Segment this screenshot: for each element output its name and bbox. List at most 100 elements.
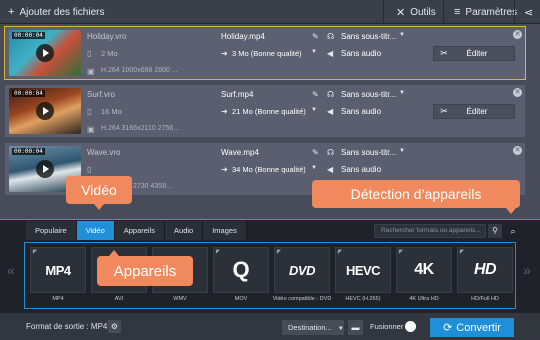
chevron-down-icon[interactable]: ▼: [311, 165, 317, 171]
add-files-label: Ajouter des fichiers: [19, 6, 105, 18]
chevron-right-icon[interactable]: »: [523, 262, 531, 278]
subtitles-dropdown[interactable]: Sans sous-titr...: [341, 90, 396, 99]
menu-icon: ≡: [454, 6, 461, 18]
format-card-mov[interactable]: ◤ Q: [213, 247, 269, 293]
duration-label: 00:00:04: [12, 90, 45, 97]
search-icon[interactable]: ⚲: [488, 224, 502, 238]
video-thumbnail[interactable]: 00:00:04: [9, 88, 81, 134]
callout-device-detection: Détection d’appareils: [312, 180, 520, 214]
4k-logo: 4K: [414, 261, 434, 278]
play-icon[interactable]: [36, 102, 54, 120]
format-search-input[interactable]: Rechercher formats ou appareils...: [374, 224, 486, 238]
corner-icon: ◤: [338, 249, 342, 255]
format-panel: Populaire Vidéo Appareils Audio Images R…: [0, 220, 540, 312]
quicktime-logo: Q: [232, 257, 250, 282]
audio-icon: ◀: [327, 107, 334, 116]
remove-file-icon[interactable]: ✕: [513, 88, 522, 97]
corner-icon: ◤: [216, 249, 220, 255]
edit-label: Éditer: [466, 49, 488, 58]
chevron-down-icon[interactable]: ▼: [399, 148, 405, 154]
source-filename: Wave.vro: [87, 148, 121, 157]
source-meta: 2730 4358...: [133, 183, 172, 190]
chevron-down-icon[interactable]: ▼: [311, 107, 317, 113]
output-size[interactable]: 3 Mo (Bonne qualité): [232, 49, 302, 58]
format-card-label: Vidéo compatible - DVD: [272, 296, 332, 302]
format-card-label: MOV: [234, 296, 248, 302]
format-card-label: HD/Full HD: [471, 296, 499, 302]
destination-dropdown[interactable]: Destination... ▼: [282, 320, 344, 335]
duration-label: 00:00:04: [12, 148, 45, 155]
refresh-icon: ⟳: [443, 322, 453, 334]
subtitles-dropdown[interactable]: Sans sous-titr...: [341, 32, 396, 41]
top-toolbar: + Ajouter des fichiers ✕ Outils ≡ Paramè…: [0, 0, 540, 24]
add-files-button[interactable]: + Ajouter des fichiers: [0, 0, 112, 24]
subtitles-icon: ☊: [327, 32, 335, 41]
convert-button[interactable]: ⟳ Convertir: [430, 318, 514, 337]
play-icon[interactable]: [36, 160, 54, 178]
rename-pen-icon[interactable]: ✎: [312, 90, 319, 99]
file-row[interactable]: 00:00:04 Holiday.vro ▯ 2 Mo ▣ H.264 1000…: [4, 26, 526, 80]
callout-video: Vidéo: [66, 176, 132, 210]
file-icon: ▯: [87, 165, 92, 174]
output-filename: Surf.mp4: [221, 90, 254, 99]
format-card-mp4[interactable]: ◤ MP4: [30, 247, 86, 293]
share-icon: ⋖: [524, 6, 534, 19]
format-card-label: WMV: [173, 296, 187, 302]
tab-audio[interactable]: Audio: [165, 221, 204, 240]
format-tabs: Populaire Vidéo Appareils Audio Images: [26, 221, 247, 240]
arrow-right-icon: ➜: [221, 107, 228, 116]
toolbar-divider: [514, 0, 515, 24]
output-format-label: Format de sortie : MP4: [26, 322, 108, 331]
tab-devices[interactable]: Appareils: [114, 221, 166, 240]
source-filename: Surf.vro: [87, 90, 116, 99]
format-card-dvd[interactable]: ◤ DVD: [274, 247, 330, 293]
merge-label: Fusionner: [370, 322, 404, 331]
output-size[interactable]: 34 Mo (Bonne qualité): [232, 165, 306, 174]
share-button[interactable]: ⋖: [516, 0, 540, 24]
audio-dropdown[interactable]: Sans audio: [341, 165, 381, 174]
remove-file-icon[interactable]: ✕: [513, 146, 522, 155]
source-meta: H.264 3166x2110 2756...: [101, 125, 180, 132]
output-filename: Wave.mp4: [221, 148, 259, 157]
tab-images[interactable]: Images: [203, 221, 247, 240]
chevron-down-icon[interactable]: ▼: [311, 49, 317, 55]
output-size[interactable]: 21 Mo (Bonne qualité): [232, 107, 306, 116]
rename-pen-icon[interactable]: ✎: [312, 32, 319, 41]
remove-file-icon[interactable]: ✕: [513, 30, 522, 39]
audio-icon: ◀: [327, 165, 334, 174]
rename-pen-icon[interactable]: ✎: [312, 148, 319, 157]
tools-button[interactable]: ✕ Outils: [388, 0, 444, 24]
edit-button[interactable]: ✂ Éditer: [433, 46, 515, 61]
source-meta: H.264 1000x668 2800 ...: [101, 67, 178, 74]
duration-label: 00:00:04: [12, 32, 45, 39]
chevron-down-icon[interactable]: ▼: [399, 90, 405, 96]
subtitles-icon: ☊: [327, 148, 335, 157]
file-row[interactable]: 00:00:04 Surf.vro ▯ 16 Mo ▣ H.264 3166x2…: [4, 84, 526, 138]
merge-toggle[interactable]: [405, 321, 416, 332]
source-filename: Holiday.vro: [87, 32, 127, 41]
format-card-4k[interactable]: ◤ 4K: [396, 247, 452, 293]
corner-icon: ◤: [33, 249, 37, 255]
file-icon: ▯: [87, 49, 92, 58]
format-card-label: HEVC (H.265): [345, 296, 381, 302]
audio-dropdown[interactable]: Sans audio: [341, 107, 381, 116]
folder-icon[interactable]: ▬: [348, 320, 363, 335]
video-thumbnail[interactable]: 00:00:04: [9, 30, 81, 76]
tools-icon: ✕: [396, 6, 406, 19]
audio-dropdown[interactable]: Sans audio: [341, 49, 381, 58]
edit-button[interactable]: ✂ Éditer: [433, 104, 515, 119]
mp4-logo: MP4: [45, 262, 71, 278]
format-card-hd[interactable]: ◤ HD: [457, 247, 513, 293]
chevron-left-icon[interactable]: «: [7, 262, 15, 278]
subtitles-dropdown[interactable]: Sans sous-titr...: [341, 148, 396, 157]
corner-icon: ◤: [277, 249, 281, 255]
play-icon[interactable]: [36, 44, 54, 62]
scissors-icon: ✂: [440, 48, 448, 58]
source-size: 16 Mo: [101, 107, 122, 116]
tab-video[interactable]: Vidéo: [76, 221, 115, 240]
chevron-down-icon[interactable]: ▼: [399, 32, 405, 38]
gear-icon[interactable]: ⚙: [108, 320, 121, 333]
tab-popular[interactable]: Populaire: [26, 221, 77, 240]
format-card-hevc[interactable]: ◤ HEVC: [335, 247, 391, 293]
device-detect-icon[interactable]: ⌕: [505, 223, 521, 239]
